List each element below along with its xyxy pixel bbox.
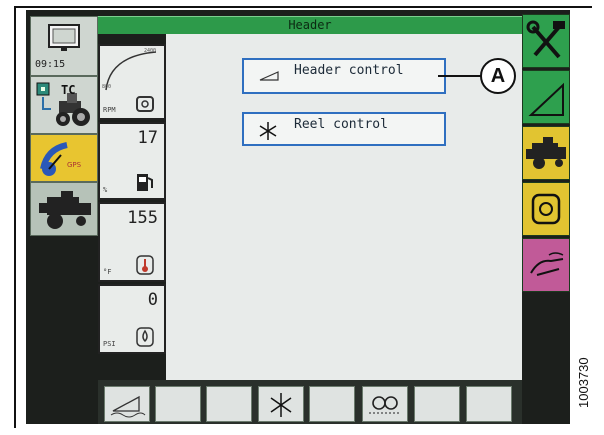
tc-label: TC	[61, 83, 76, 97]
thermometer-icon	[136, 255, 154, 275]
softkey-header-float[interactable]	[104, 386, 150, 422]
engine-icon	[531, 193, 561, 225]
oil-pressure-gauge[interactable]: 0 PSI	[98, 284, 166, 354]
header-control-label: Header control	[294, 63, 404, 78]
softkey-blank-3[interactable]	[309, 386, 355, 422]
fuel-value: 17	[137, 128, 158, 148]
reel-star-icon	[259, 122, 277, 140]
coolant-gauge[interactable]: 155 °F	[98, 202, 166, 282]
oil-pressure-value: 0	[147, 290, 158, 310]
header-control-button[interactable]: Header control	[242, 58, 446, 94]
oil-pressure-unit: PSI	[103, 340, 116, 348]
page-title: Header	[288, 18, 332, 32]
hand-icon	[530, 252, 564, 276]
softkey-blank-2[interactable]	[206, 386, 252, 422]
combine-tile[interactable]	[30, 182, 98, 236]
coolant-unit: °F	[103, 268, 112, 276]
softkey-blank-4[interactable]	[414, 386, 460, 422]
engine-key[interactable]	[522, 182, 570, 236]
main-panel: Header control Reel control	[166, 34, 522, 380]
softkey-blank-1[interactable]	[155, 386, 201, 422]
fuel-pump-icon	[137, 174, 153, 191]
fuel-gauge[interactable]: 17 %	[98, 122, 166, 200]
hand-key[interactable]	[522, 238, 570, 292]
gauge-column: 2400 800 RPM 17 % 155 °F 0 PSI	[98, 44, 166, 354]
wrench-hammer-icon	[526, 20, 565, 59]
oil-can-icon	[136, 327, 154, 347]
tools-key[interactable]	[522, 14, 570, 68]
header-key[interactable]	[522, 70, 570, 124]
callout-a: A	[480, 58, 516, 94]
clock-time: 09:15	[35, 59, 66, 70]
softkey-reel[interactable]	[258, 386, 304, 422]
rpm-gauge[interactable]: 2400 800 RPM	[98, 44, 166, 120]
combine-key[interactable]	[522, 126, 570, 180]
svg-text:2400: 2400	[144, 48, 156, 54]
frame-border-left	[14, 6, 16, 428]
title-bar: Header	[98, 16, 522, 34]
softkey-blank-5[interactable]	[466, 386, 512, 422]
rpm-unit: RPM	[103, 106, 116, 114]
combine-icon	[39, 191, 91, 229]
function-column	[522, 14, 570, 294]
reel-star-icon	[270, 393, 292, 417]
gps-satellite-icon: GPS	[40, 142, 82, 176]
combine-icon	[526, 137, 566, 169]
header-wedge-icon	[528, 82, 564, 116]
tractor-tile[interactable]: TC	[30, 76, 98, 134]
coolant-value: 155	[127, 208, 158, 228]
reel-control-button[interactable]: Reel control	[242, 112, 446, 146]
reel-speed-icon	[369, 396, 401, 414]
softkey-row	[98, 380, 522, 424]
fuel-unit: %	[103, 186, 108, 194]
monitor-icon	[48, 24, 80, 51]
status-column: 09:15 TC GPS	[30, 16, 98, 242]
header-float-icon	[110, 395, 146, 418]
rpm-dial-icon: 2400 800	[102, 48, 157, 91]
softkey-reel-speed[interactable]	[362, 386, 408, 422]
reel-control-label: Reel control	[294, 117, 388, 132]
clock-tile[interactable]: 09:15	[30, 16, 98, 76]
engine-icon	[136, 96, 154, 112]
callout-leader-line	[438, 75, 482, 77]
svg-text:GPS: GPS	[67, 161, 82, 169]
svg-text:800: 800	[102, 84, 111, 90]
figure-id: 1003730	[576, 357, 591, 408]
gps-tile[interactable]: GPS	[30, 134, 98, 182]
header-wedge-icon	[259, 71, 279, 81]
frame-border-top	[14, 6, 592, 8]
